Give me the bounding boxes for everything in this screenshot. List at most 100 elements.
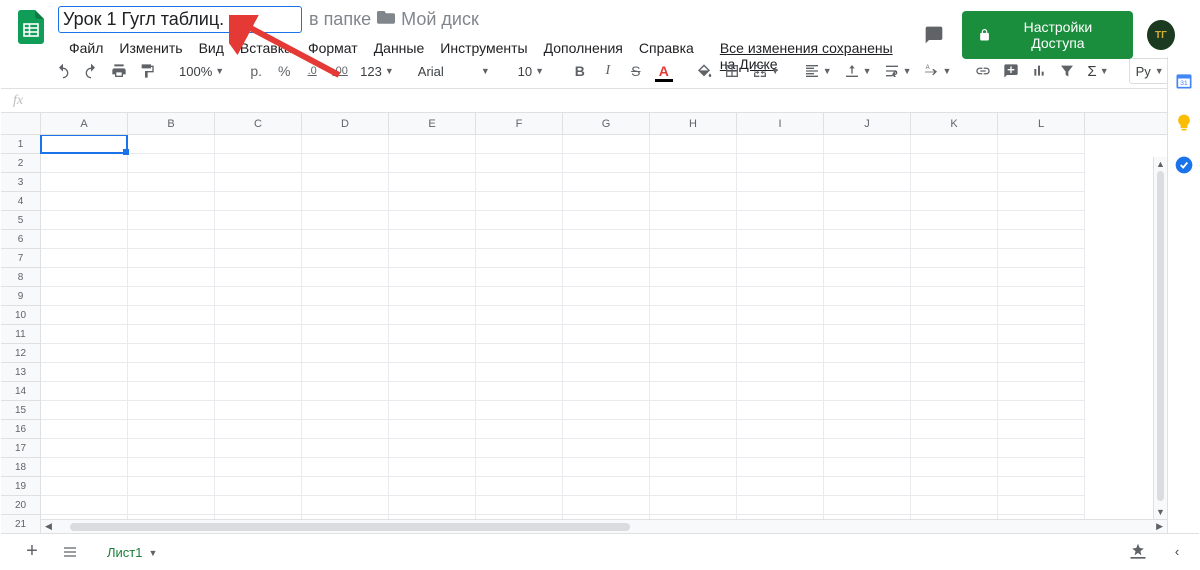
print-button[interactable] [107, 58, 131, 84]
italic-button[interactable]: I [596, 58, 620, 84]
cell[interactable] [563, 287, 650, 306]
tasks-addon-icon[interactable] [1174, 155, 1194, 175]
cell[interactable] [215, 287, 302, 306]
cell[interactable] [389, 458, 476, 477]
bold-button[interactable]: B [568, 58, 592, 84]
cell[interactable] [650, 496, 737, 515]
comments-button[interactable] [920, 20, 948, 50]
cell[interactable] [302, 230, 389, 249]
cell[interactable] [911, 192, 998, 211]
share-button[interactable]: Настройки Доступа [962, 11, 1133, 59]
redo-button[interactable] [79, 58, 103, 84]
keep-addon-icon[interactable] [1174, 113, 1194, 133]
cell[interactable] [302, 192, 389, 211]
cell[interactable] [128, 439, 215, 458]
cell[interactable] [824, 477, 911, 496]
cell[interactable] [563, 173, 650, 192]
cell[interactable] [737, 192, 824, 211]
cell[interactable] [128, 268, 215, 287]
cell[interactable] [911, 325, 998, 344]
cell[interactable] [824, 382, 911, 401]
cell[interactable] [476, 496, 563, 515]
cell[interactable] [650, 363, 737, 382]
formula-input[interactable] [23, 89, 1199, 112]
cell[interactable] [302, 382, 389, 401]
vertical-scrollbar[interactable]: ▲ ▼ [1153, 157, 1167, 519]
cell[interactable] [650, 477, 737, 496]
cell[interactable] [128, 344, 215, 363]
cell[interactable] [302, 458, 389, 477]
cell[interactable] [998, 477, 1085, 496]
cell[interactable] [737, 401, 824, 420]
cell[interactable] [824, 439, 911, 458]
cell[interactable] [215, 477, 302, 496]
row-header[interactable]: 3 [1, 173, 41, 192]
cell[interactable] [302, 325, 389, 344]
cell[interactable] [215, 496, 302, 515]
percent-button[interactable]: % [272, 58, 296, 84]
cell[interactable] [563, 477, 650, 496]
cell[interactable] [911, 496, 998, 515]
cell[interactable] [302, 135, 389, 154]
insert-link-button[interactable] [971, 58, 995, 84]
col-header[interactable]: E [389, 113, 476, 134]
cell[interactable] [476, 249, 563, 268]
cell[interactable] [389, 211, 476, 230]
account-avatar[interactable]: ТГ [1147, 20, 1175, 50]
cell[interactable] [563, 363, 650, 382]
row-header[interactable]: 20 [1, 496, 41, 515]
cell[interactable] [998, 230, 1085, 249]
cell[interactable] [911, 211, 998, 230]
col-header[interactable]: J [824, 113, 911, 134]
insert-chart-button[interactable] [1027, 58, 1051, 84]
sheets-logo-icon[interactable] [11, 7, 51, 47]
cell[interactable] [215, 363, 302, 382]
cell[interactable] [389, 477, 476, 496]
cell[interactable] [824, 211, 911, 230]
cell[interactable] [650, 192, 737, 211]
cell[interactable] [476, 344, 563, 363]
cell[interactable] [215, 458, 302, 477]
cell[interactable] [737, 477, 824, 496]
cell[interactable] [563, 249, 650, 268]
cell[interactable] [737, 363, 824, 382]
cell[interactable] [650, 458, 737, 477]
input-language-button[interactable]: Ру▼ [1129, 58, 1171, 84]
cell[interactable] [998, 382, 1085, 401]
cell[interactable] [476, 458, 563, 477]
cell[interactable] [737, 135, 824, 154]
select-all-corner[interactable] [1, 113, 41, 134]
cell[interactable] [476, 439, 563, 458]
row-header[interactable]: 11 [1, 325, 41, 344]
cell[interactable] [302, 306, 389, 325]
cell[interactable] [41, 135, 128, 154]
cell[interactable] [563, 325, 650, 344]
cell[interactable] [302, 439, 389, 458]
cell[interactable] [41, 458, 128, 477]
cell[interactable] [389, 382, 476, 401]
cell[interactable] [128, 401, 215, 420]
col-header[interactable]: H [650, 113, 737, 134]
cell[interactable] [476, 401, 563, 420]
cell[interactable] [911, 135, 998, 154]
font-size-dropdown[interactable]: 10▼ [510, 58, 552, 84]
cell[interactable] [824, 287, 911, 306]
cell[interactable] [998, 249, 1085, 268]
row-header[interactable]: 10 [1, 306, 41, 325]
cell[interactable] [476, 382, 563, 401]
cell[interactable] [650, 439, 737, 458]
cell[interactable] [737, 249, 824, 268]
cell[interactable] [650, 211, 737, 230]
cell[interactable] [128, 154, 215, 173]
cell[interactable] [476, 230, 563, 249]
cell[interactable] [41, 382, 128, 401]
cell[interactable] [737, 173, 824, 192]
row-header[interactable]: 15 [1, 401, 41, 420]
horizontal-scrollbar[interactable]: ◀ ▶ [41, 519, 1167, 533]
cell[interactable] [563, 135, 650, 154]
cell[interactable] [302, 249, 389, 268]
cell[interactable] [302, 401, 389, 420]
cell[interactable] [563, 458, 650, 477]
cell[interactable] [998, 287, 1085, 306]
cell[interactable] [476, 154, 563, 173]
